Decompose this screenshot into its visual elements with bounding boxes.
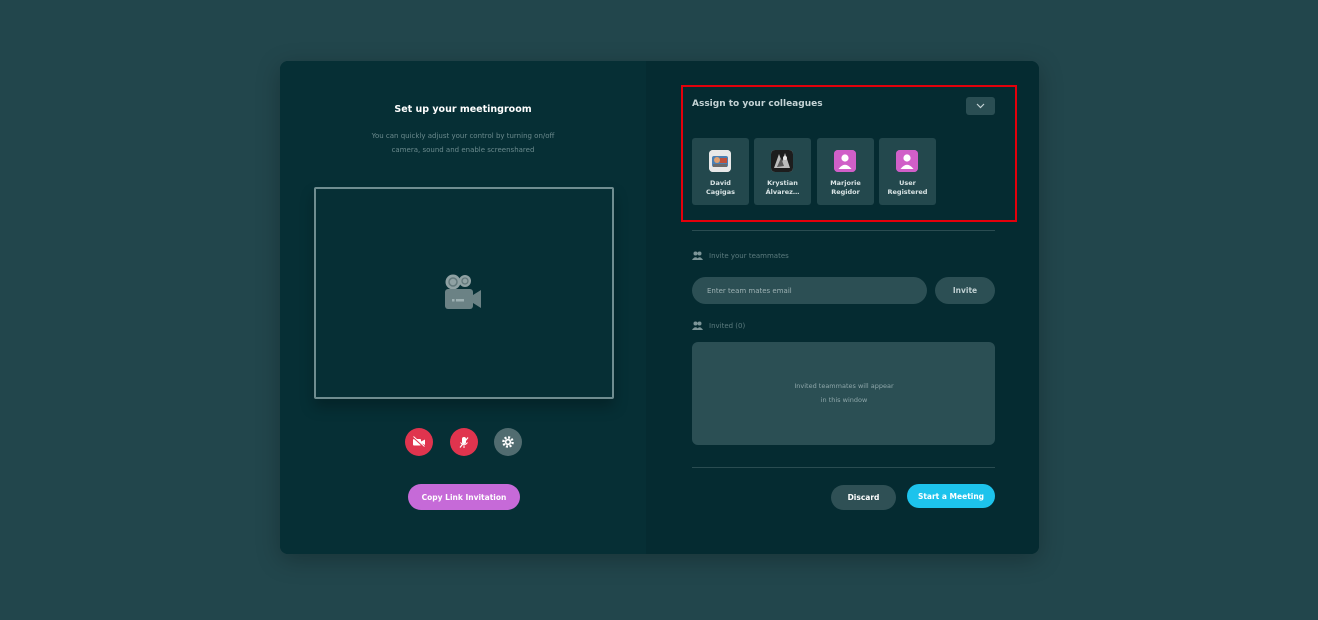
- colleague-name: User Registered: [879, 179, 936, 197]
- video-preview: [314, 187, 614, 399]
- colleague-first-name: Krystian: [767, 179, 798, 187]
- colleague-card-marjorie[interactable]: Marjorie Regidor: [817, 138, 874, 205]
- avatar-photo-icon: [771, 150, 793, 172]
- avatar: [834, 150, 856, 172]
- assign-panel: Assign to your colleagues David Cagigas: [646, 61, 1039, 554]
- colleague-first-name: David: [710, 179, 731, 187]
- avatar-photo-icon: [709, 150, 731, 172]
- colleague-last-name: Cagigas: [706, 188, 735, 196]
- colleague-first-name: User: [899, 179, 916, 187]
- user-placeholder-icon: [834, 150, 856, 172]
- mic-off-icon: [459, 436, 469, 448]
- setup-subtitle-line1: You can quickly adjust your control by t…: [371, 132, 555, 140]
- meeting-setup-modal: Set up your meetingroom You can quickly …: [280, 61, 1039, 554]
- invited-empty-line2: in this window: [820, 396, 868, 404]
- invite-teammates-label: Invite your teammates: [692, 251, 789, 260]
- microphone-toggle-button[interactable]: [450, 428, 478, 456]
- assign-title: Assign to your colleagues: [692, 99, 823, 109]
- teammate-email-input[interactable]: [692, 277, 927, 304]
- colleague-first-name: Marjorie: [830, 179, 861, 187]
- divider: [692, 230, 995, 231]
- invited-empty-line1: Invited teammates will appear: [794, 382, 894, 390]
- invited-empty-message: Invited teammates will appear in this wi…: [780, 379, 908, 407]
- camera-off-icon: [412, 436, 425, 448]
- colleague-last-name: Registered: [887, 188, 928, 196]
- settings-button[interactable]: [494, 428, 522, 456]
- copy-link-invitation-button[interactable]: Copy Link Invitation: [408, 484, 520, 510]
- gear-icon: [502, 436, 514, 448]
- colleague-card-krystian[interactable]: Krystian Álvarez…: [754, 138, 811, 205]
- colleague-card-david[interactable]: David Cagigas: [692, 138, 749, 205]
- avatar: [896, 150, 918, 172]
- invite-teammates-text: Invite your teammates: [709, 251, 789, 260]
- invited-count-text: Invited (0): [709, 321, 746, 330]
- invite-button[interactable]: Invite: [935, 277, 995, 304]
- users-icon: [692, 251, 703, 260]
- invited-label: Invited (0): [692, 321, 745, 330]
- colleague-last-name: Álvarez…: [765, 188, 800, 196]
- avatar: [771, 150, 793, 172]
- invited-list: Invited teammates will appear in this wi…: [692, 342, 995, 445]
- colleague-name: Krystian Álvarez…: [754, 179, 811, 197]
- setup-panel: Set up your meetingroom You can quickly …: [280, 61, 646, 554]
- colleague-name: Marjorie Regidor: [817, 179, 874, 197]
- avatar: [709, 150, 731, 172]
- setup-title: Set up your meetingroom: [394, 104, 532, 115]
- divider: [692, 467, 995, 468]
- setup-subtitle: You can quickly adjust your control by t…: [358, 129, 568, 157]
- chevron-down-icon: [976, 103, 985, 109]
- user-placeholder-icon: [896, 150, 918, 172]
- colleague-card-user[interactable]: User Registered: [879, 138, 936, 205]
- camera-toggle-button[interactable]: [405, 428, 433, 456]
- setup-subtitle-line2: camera, sound and enable screenshared: [391, 146, 535, 154]
- colleague-last-name: Regidor: [831, 188, 860, 196]
- assign-collapse-button[interactable]: [966, 97, 995, 115]
- colleague-name: David Cagigas: [692, 179, 749, 197]
- start-meeting-button[interactable]: Start a Meeting: [907, 484, 995, 508]
- video-camera-icon: [445, 274, 481, 309]
- discard-button[interactable]: Discard: [831, 485, 896, 510]
- users-icon: [692, 321, 703, 330]
